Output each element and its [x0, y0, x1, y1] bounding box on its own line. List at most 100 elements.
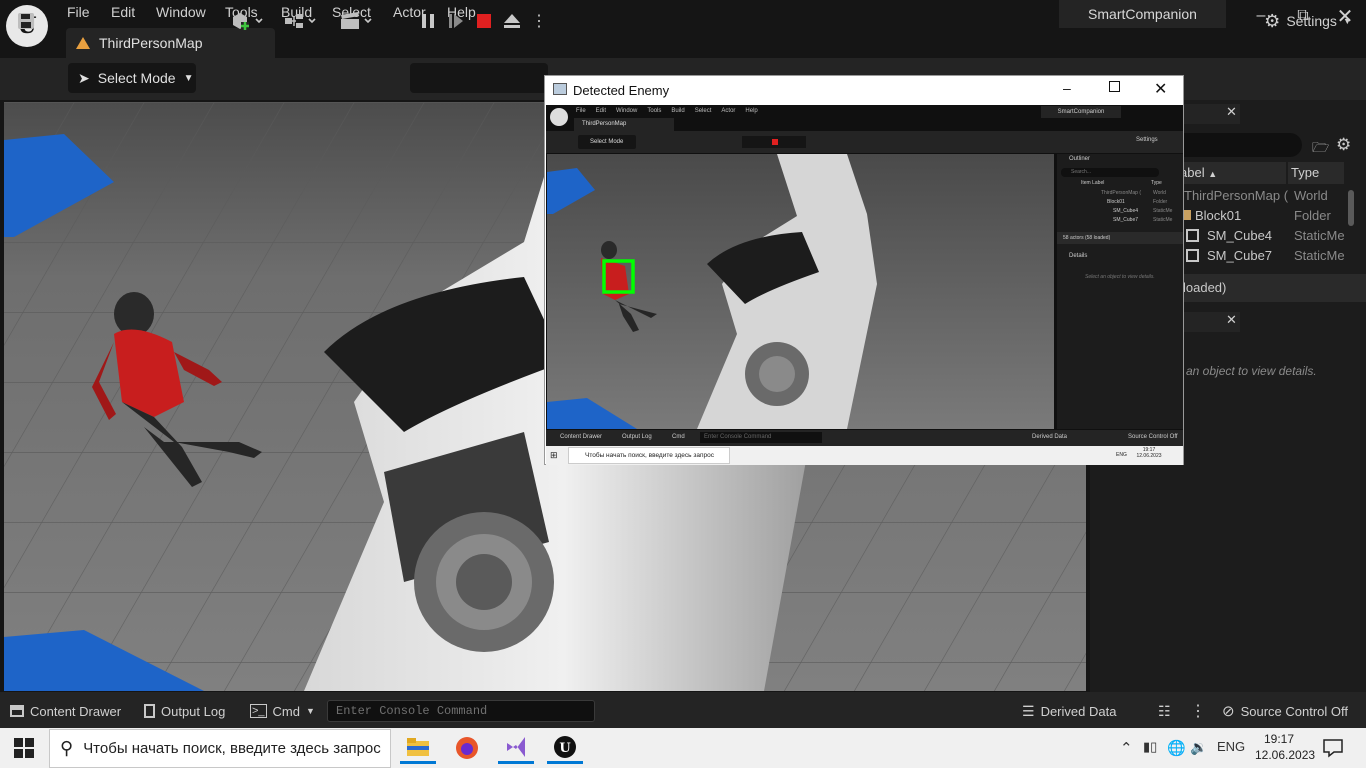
language-indicator[interactable]: ENG	[1217, 739, 1245, 754]
more-options-icon[interactable]: ⋮	[531, 8, 547, 34]
network-globe-icon[interactable]: 🌐	[1167, 739, 1186, 757]
inner-select-mode: Select Mode	[578, 135, 636, 149]
outliner-row[interactable]: Block01 Folder	[1178, 208, 1366, 228]
inner-row-type: World	[1153, 190, 1166, 196]
inner-right-panel: Outliner Search... Item Label Type Third…	[1057, 154, 1183, 429]
more-options-icon[interactable]: ⋮	[1190, 700, 1206, 722]
details-hint: an object to view details.	[1186, 364, 1317, 378]
console-command-input[interactable]: Enter Console Command	[327, 700, 595, 722]
stop-icon[interactable]	[474, 8, 494, 34]
menu-file[interactable]: File	[67, 4, 90, 20]
settings-label: Settings	[1286, 13, 1337, 29]
inner-menu-item: File	[576, 108, 586, 114]
menu-window[interactable]: Window	[156, 4, 206, 20]
row-label: ThirdPersonMap (	[1184, 188, 1289, 203]
inner-row-label: SM_Cube4	[1113, 208, 1139, 214]
inner-windows-icon: ⊞	[550, 450, 558, 460]
unreal-engine-taskbar-icon[interactable]: U	[547, 732, 583, 764]
firefox-icon[interactable]	[449, 732, 485, 764]
select-mode-dropdown[interactable]: ➤ Select Mode ▼	[68, 63, 196, 93]
output-log-button[interactable]: Output Log	[144, 700, 225, 722]
type-column-header[interactable]: Type	[1288, 162, 1344, 184]
inner-row-label: Block01	[1107, 199, 1125, 205]
visual-studio-icon[interactable]	[498, 732, 534, 764]
clock-date: 12.06.2023	[1255, 748, 1316, 762]
minimize-icon[interactable]: –	[1063, 80, 1071, 96]
outliner-row[interactable]: ThirdPersonMap ( World	[1178, 188, 1366, 208]
inner-cmd: Cmd	[672, 434, 685, 440]
row-type: World	[1294, 188, 1328, 203]
chevron-down-icon: ▼	[306, 706, 315, 716]
menu-edit[interactable]: Edit	[111, 4, 135, 20]
terminal-icon: >_	[250, 704, 267, 718]
outliner-row[interactable]: SM_Cube4 StaticMe	[1178, 228, 1366, 248]
detected-enemy-window[interactable]: Detected Enemy – ✕ File Edit Window Tool…	[544, 75, 1184, 465]
settings-button[interactable]: ⚙ Settings ▼	[1258, 8, 1358, 34]
maximize-icon[interactable]	[1109, 81, 1120, 92]
cmd-dropdown[interactable]: >_ Cmd ▼	[250, 700, 315, 722]
close-icon[interactable]: ✕	[1154, 79, 1167, 99]
inner-console-input: Enter Console Command	[700, 432, 822, 443]
inner-stop-icon	[772, 139, 778, 145]
save-icon[interactable]	[14, 8, 38, 34]
source-control-button[interactable]: ⊘ Source Control Off	[1222, 700, 1348, 722]
inner-label-header: Item Label	[1081, 180, 1105, 186]
derived-data-button[interactable]: ☰ Derived Data	[1022, 700, 1116, 722]
row-type: StaticMe	[1294, 248, 1345, 263]
eject-icon[interactable]	[500, 8, 524, 34]
inner-details-title: Details	[1069, 253, 1088, 259]
row-label: SM_Cube4	[1207, 228, 1273, 243]
log-icon	[144, 704, 155, 718]
inner-clock: 19:17 12.06.2023	[1136, 447, 1162, 459]
inner-row-type: StaticMe	[1153, 208, 1173, 214]
inner-menu-item: Build	[671, 108, 685, 114]
window-title-bar[interactable]: Detected Enemy – ✕	[545, 76, 1183, 104]
outliner-status: loaded)	[1183, 280, 1227, 295]
select-mode-label: Select Mode	[97, 70, 176, 86]
add-actor-button[interactable]	[228, 8, 266, 34]
inner-search-input: Search...	[1061, 168, 1159, 177]
row-label: Block01	[1195, 208, 1242, 223]
content-drawer-button[interactable]: Content Drawer	[10, 700, 121, 722]
inner-bottom-bar: Content Drawer Output Log Cmd Enter Cons…	[546, 430, 1183, 446]
taskbar-clock[interactable]: 19:17 12.06.2023	[1255, 731, 1316, 765]
show-hidden-icons-icon[interactable]: ⌃	[1120, 739, 1133, 757]
network-icon[interactable]: ☷	[1158, 700, 1171, 722]
inner-source-control: Source Control Off	[1128, 434, 1178, 440]
step-icon[interactable]	[446, 8, 466, 34]
inner-play-controls	[742, 136, 806, 148]
notifications-icon[interactable]	[1322, 738, 1344, 758]
clock-time: 19:17	[1263, 732, 1295, 746]
close-outliner-icon[interactable]: ✕	[1226, 104, 1240, 122]
inner-search-box: Чтобы начать поиск, введите здесь запрос	[568, 447, 730, 464]
close-details-icon[interactable]: ✕	[1226, 312, 1240, 330]
cinematics-button[interactable]	[338, 8, 376, 34]
inner-row-type: Folder	[1153, 199, 1168, 205]
blueprint-button[interactable]	[282, 8, 320, 34]
add-folder-icon[interactable]: 🗁	[1312, 137, 1329, 155]
gear-icon[interactable]: ⚙	[1336, 135, 1354, 154]
cursor-icon: ➤	[78, 69, 90, 86]
pause-icon[interactable]	[418, 8, 438, 34]
file-explorer-icon[interactable]	[400, 732, 436, 764]
inner-row-type: StaticMe	[1153, 217, 1173, 223]
inner-toolbar	[546, 131, 1183, 153]
static-mesh-icon	[1186, 229, 1199, 242]
project-name: SmartCompanion	[1059, 0, 1226, 28]
inner-lang: ENG	[1116, 452, 1127, 458]
battery-icon[interactable]: ▮▯	[1143, 739, 1157, 755]
outliner-row[interactable]: SM_Cube7 StaticMe	[1178, 248, 1366, 268]
inner-derived-data: Derived Data	[1032, 434, 1068, 440]
search-icon: ⚲	[60, 738, 74, 758]
window-title: Detected Enemy	[573, 83, 670, 98]
inner-scene	[547, 154, 877, 429]
windows-start-icon[interactable]	[14, 738, 34, 758]
cmd-label: Cmd	[272, 703, 300, 719]
unreal-logo-icon	[550, 108, 568, 126]
taskbar-search-box[interactable]: ⚲ Чтобы начать поиск, введите здесь запр…	[49, 729, 391, 768]
volume-icon[interactable]: 🔉	[1190, 739, 1207, 756]
inner-menu-item: Edit	[595, 108, 607, 114]
row-type: Folder	[1294, 208, 1331, 223]
captured-frame: File Edit Window Tools Build Select Acto…	[546, 105, 1183, 465]
level-icon	[76, 37, 90, 49]
